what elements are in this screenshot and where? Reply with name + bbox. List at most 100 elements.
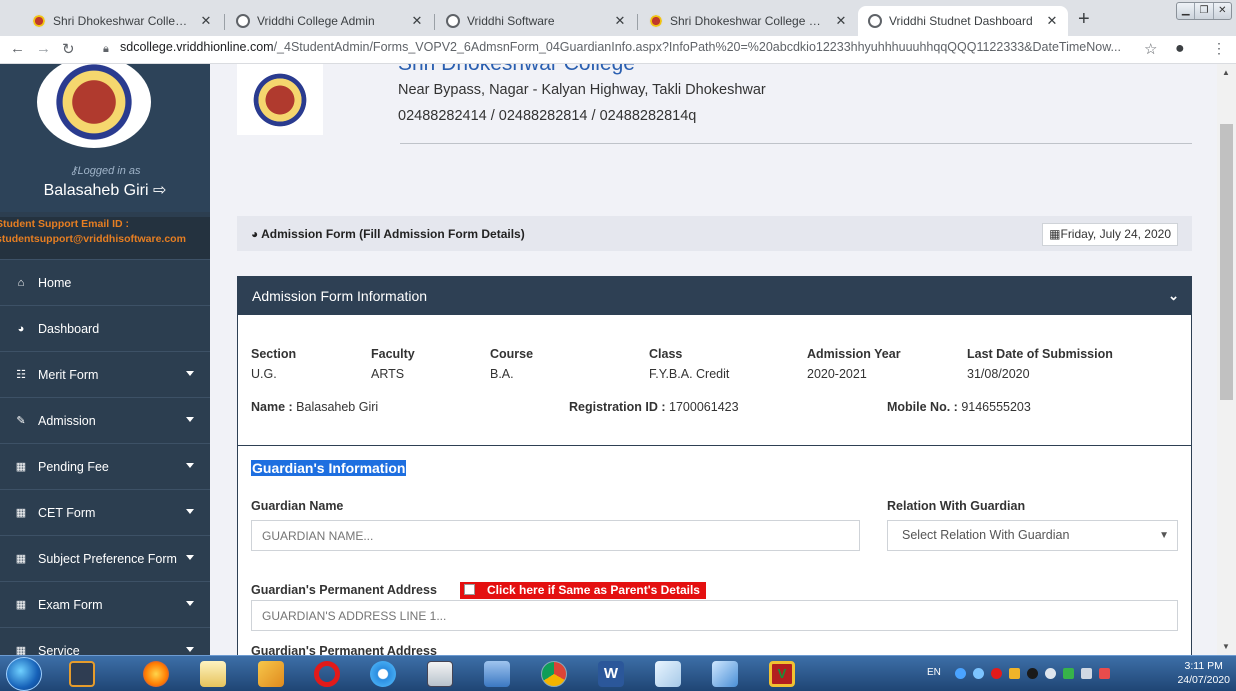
browser-tab-active[interactable]: Vriddhi Studnet Dashboard ✕: [858, 6, 1068, 36]
browser-tab[interactable]: Vriddhi College Admin ✕: [226, 6, 433, 36]
paint-brush-icon[interactable]: [655, 661, 681, 687]
media-app-icon[interactable]: [69, 661, 95, 687]
info-section: Section U.G.: [251, 347, 297, 381]
night-tray-icon[interactable]: [1027, 668, 1038, 679]
college-phone: 02488282414 / 02488282814 / 02488282814q: [398, 108, 697, 124]
opera-icon[interactable]: [314, 661, 340, 687]
sidebar-profile: ⚷Logged in as Balasaheb Giri ⇨: [0, 64, 210, 212]
caret-down-icon: [186, 463, 194, 468]
close-icon[interactable]: ✕: [833, 13, 849, 29]
sidebar-item-cet-form[interactable]: ▦ CET Form: [0, 489, 210, 535]
window-app-icon[interactable]: [427, 661, 453, 687]
maximize-icon[interactable]: ❐: [1195, 3, 1214, 19]
browser-tab[interactable]: Vriddhi Software ✕: [436, 6, 636, 36]
close-icon[interactable]: ✕: [198, 13, 214, 29]
form-title: Admission Form (Fill Admission Form Deta…: [261, 227, 525, 241]
table-icon: ▦: [15, 599, 27, 611]
back-icon[interactable]: ←: [10, 40, 25, 57]
address-label: Guardian's Permanent Address: [251, 583, 437, 597]
sidebar-item-subject-preference-form[interactable]: ▦ Subject Preference Form: [0, 535, 210, 581]
page-scrollbar[interactable]: ▲ ▼: [1217, 64, 1236, 655]
sidebar-item-home[interactable]: ⌂ Home: [0, 259, 210, 305]
relation-select[interactable]: Select Relation With Guardian ▼: [887, 520, 1178, 551]
minimize-icon[interactable]: ▁: [1177, 3, 1196, 19]
address-label-2: Guardian's Permanent Address: [251, 644, 437, 655]
browser-tab[interactable]: Shri Dhokeshwar College – A/P. T ✕: [22, 6, 222, 36]
chrome-icon[interactable]: [541, 661, 567, 687]
guardian-section-title: Guardian's Information: [251, 460, 407, 476]
shield-tray-icon[interactable]: [1009, 668, 1020, 679]
panel-header[interactable]: Admission Form Information ⌄: [238, 277, 1191, 315]
sync-tray-icon[interactable]: [973, 668, 984, 679]
new-tab-icon[interactable]: +: [1078, 9, 1090, 29]
sidebar-item-pending-fee[interactable]: ▦ Pending Fee: [0, 443, 210, 489]
notebook-app-icon[interactable]: [712, 661, 738, 687]
calculator-icon[interactable]: [484, 661, 510, 687]
volume-icon[interactable]: [1045, 668, 1056, 679]
system-clock[interactable]: 3:11 PM 24/07/2020: [1177, 659, 1230, 687]
firefox-icon[interactable]: [143, 661, 169, 687]
sidebar-item-exam-form[interactable]: ▦ Exam Form: [0, 581, 210, 627]
mobile-number: Mobile No. : 9146555203: [887, 400, 1031, 414]
info-class: Class F.Y.B.A. Credit: [649, 347, 730, 381]
current-date: Friday, July 24, 2020: [1060, 227, 1171, 241]
college-address: Near Bypass, Nagar - Kalyan Highway, Tak…: [398, 82, 766, 98]
caret-down-icon: [186, 647, 194, 652]
support-email-address: studentsupport@vriddhisoftware.com: [0, 233, 186, 245]
profile-icon[interactable]: ●: [1175, 40, 1185, 58]
close-icon[interactable]: ✕: [409, 13, 425, 29]
reload-icon[interactable]: ↻: [62, 40, 75, 58]
accounting-app-icon[interactable]: V: [769, 661, 795, 687]
sidebar-item-dashboard[interactable]: ◕ Dashboard: [0, 305, 210, 351]
admission-info-panel: Admission Form Information ⌄ Section U.G…: [237, 276, 1192, 655]
checkbox-icon[interactable]: [464, 584, 475, 595]
window-close-icon[interactable]: ✕: [1214, 3, 1231, 19]
divider: [400, 143, 1192, 144]
word-icon[interactable]: W: [598, 661, 624, 687]
support-email: Student Support Email ID : studentsuppor…: [0, 217, 210, 259]
guardian-name-input[interactable]: [251, 520, 860, 551]
power-tray-icon[interactable]: [1081, 668, 1092, 679]
form-title-bar: ◕ Admission Form (Fill Admission Form De…: [237, 216, 1192, 251]
scroll-down-icon[interactable]: ▼: [1222, 642, 1230, 651]
flag-tray-icon[interactable]: [1099, 668, 1110, 679]
support-email-label: Student Support Email ID :: [0, 218, 129, 230]
registration-id: Registration ID : 1700061423: [569, 400, 739, 414]
chevron-down-icon: ▼: [1159, 530, 1169, 541]
scroll-up-icon[interactable]: ▲: [1222, 68, 1230, 77]
language-indicator[interactable]: EN: [927, 667, 941, 678]
forward-icon[interactable]: →: [36, 40, 51, 57]
start-button[interactable]: [6, 657, 42, 691]
college-logo: [237, 64, 323, 135]
close-icon[interactable]: ✕: [1044, 13, 1060, 29]
sidebar-item-admission[interactable]: ✎ Admission: [0, 397, 210, 443]
scrollbar-thumb[interactable]: [1220, 124, 1233, 400]
browser-tab[interactable]: Shri Dhokeshwar College – A/P. T ✕: [639, 6, 857, 36]
bookmark-star-icon[interactable]: ☆: [1144, 40, 1157, 58]
chevron-down-icon[interactable]: ⌄: [1168, 277, 1179, 315]
guardian-name-label: Guardian Name: [251, 499, 344, 513]
q-tray-icon[interactable]: [1063, 668, 1074, 679]
globe-icon: [236, 14, 250, 28]
info-faculty: Faculty ARTS: [371, 347, 415, 381]
sidebar-item-service[interactable]: ▦ Service: [0, 627, 210, 655]
college-logo: [37, 64, 151, 148]
same-as-parent-checkbox[interactable]: Click here if Same as Parent's Details: [460, 582, 706, 599]
sidebar-item-merit-form[interactable]: ☷ Merit Form: [0, 351, 210, 397]
logout-icon[interactable]: ⇨: [153, 182, 166, 199]
address-line1-input[interactable]: [251, 600, 1178, 631]
opera-tray-icon[interactable]: [991, 668, 1002, 679]
panel-title: Admission Form Information: [252, 288, 428, 304]
network-tray-icon[interactable]: [955, 668, 966, 679]
paint-app-icon[interactable]: [258, 661, 284, 687]
folder-icon[interactable]: [200, 661, 226, 687]
browser-app-icon[interactable]: [370, 661, 396, 687]
menu-kebab-icon[interactable]: ⋮: [1212, 40, 1226, 57]
table-icon: ▦: [15, 553, 27, 565]
info-last-date: Last Date of Submission 31/08/2020: [967, 347, 1113, 381]
lock-icon[interactable]: 🔒︎: [103, 43, 109, 56]
info-course: Course B.A.: [490, 347, 534, 381]
address-bar[interactable]: sdcollege.vriddhionline.com/_4StudentAdm…: [120, 40, 1140, 54]
close-icon[interactable]: ✕: [612, 13, 628, 29]
window-controls: ▁ ❐ ✕: [1176, 2, 1232, 20]
